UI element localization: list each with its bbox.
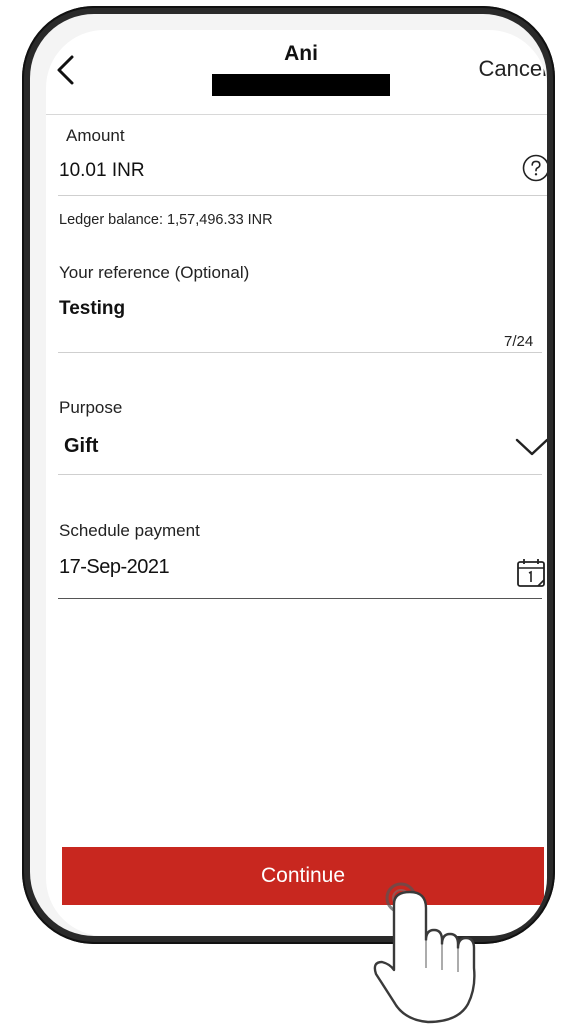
calendar-icon [517, 559, 545, 587]
help-button[interactable] [522, 154, 547, 182]
hand-pointer-icon [373, 882, 476, 1024]
reference-input[interactable]: Testing [59, 298, 125, 320]
redacted-account-bar [212, 74, 390, 96]
reference-label: Your reference (Optional) [59, 263, 250, 282]
phone-frame: Ani Cancel Amount 10.01 INR Ledger balan… [22, 6, 555, 944]
purpose-dropdown-button[interactable] [512, 434, 547, 460]
schedule-divider [58, 598, 542, 599]
app-screen: Ani Cancel Amount 10.01 INR Ledger balan… [46, 30, 547, 936]
back-button[interactable] [50, 52, 84, 88]
cancel-button[interactable]: Cancel [479, 56, 547, 82]
payee-name: Ani [284, 42, 318, 65]
purpose-label: Purpose [59, 398, 123, 417]
chevron-down-icon [515, 438, 547, 456]
phone-bezel: Ani Cancel Amount 10.01 INR Ledger balan… [30, 14, 547, 936]
chevron-left-icon [57, 55, 74, 85]
question-circle-icon [522, 154, 547, 182]
purpose-select[interactable]: Gift [64, 435, 98, 458]
calendar-button[interactable] [514, 556, 547, 590]
amount-input[interactable]: 10.01 INR [59, 160, 145, 182]
amount-label: Amount [66, 126, 125, 145]
schedule-date-input[interactable]: 17-Sep-2021 [59, 556, 170, 579]
title-area: Ani [196, 42, 406, 96]
amount-divider [58, 195, 547, 196]
ledger-balance-text: Ledger balance: 1,57,496.33 INR [59, 212, 273, 228]
reference-char-counter: 7/24 [504, 333, 534, 350]
reference-divider [58, 352, 542, 353]
schedule-label: Schedule payment [59, 521, 200, 540]
header-bar: Ani Cancel [46, 30, 547, 115]
purpose-divider [58, 474, 542, 475]
